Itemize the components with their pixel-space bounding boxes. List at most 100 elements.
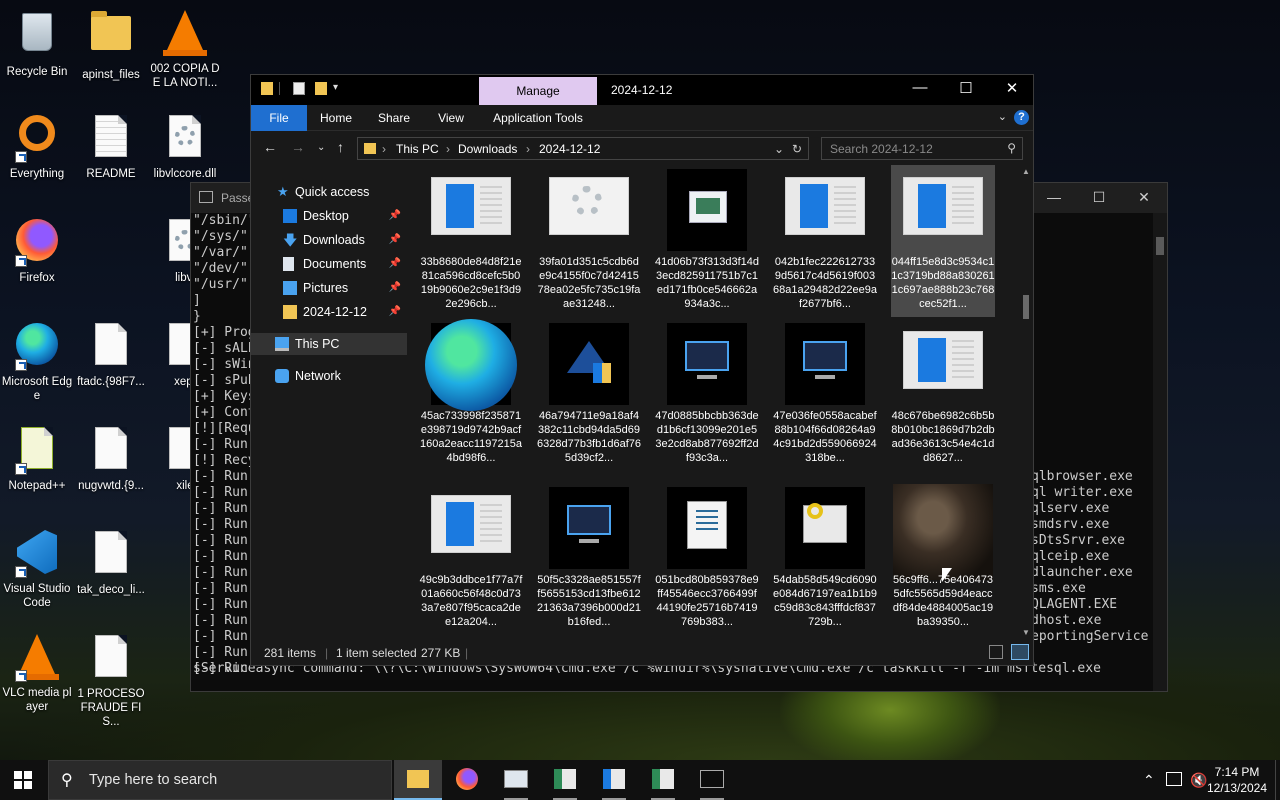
desktop-icon-firefox[interactable]: Firefox — [0, 216, 74, 285]
app-window-icon — [504, 770, 528, 788]
search-input[interactable] — [830, 142, 1000, 156]
new-folder-icon[interactable] — [315, 82, 327, 95]
nav-quick-access[interactable]: ★ Quick access — [251, 181, 407, 203]
search-box[interactable]: ⚲ — [821, 137, 1023, 160]
minimize-icon[interactable]: — — [1031, 189, 1077, 205]
show-desktop-button[interactable] — [1275, 760, 1280, 800]
file-item[interactable]: 49c9b3ddbce1f77a7f01a660c56f48c0d733a7e8… — [419, 483, 523, 635]
taskbar-app-document-1[interactable] — [541, 760, 589, 800]
desktop-icon-ftadc[interactable]: ftadc.{98F7... — [74, 320, 148, 389]
file-explorer-window[interactable]: ▾ Manage 2024-12-12 — ☐ ✕ File Home Shar… — [250, 74, 1034, 666]
thumbnail-part — [800, 184, 828, 228]
maximize-icon[interactable]: ☐ — [943, 79, 989, 97]
document-thumbnail-icon — [431, 487, 511, 569]
taskbar-app-document-2[interactable] — [590, 760, 638, 800]
file-item[interactable]: 41d06b73f313d3f14d3ecd825911751b7c1ed171… — [655, 165, 759, 317]
minimize-icon[interactable]: — — [897, 79, 943, 96]
help-icon[interactable]: ? — [1014, 110, 1029, 125]
large-icons-view-icon[interactable] — [1011, 644, 1029, 660]
network-icon[interactable] — [1166, 772, 1182, 786]
desktop-icon-label: README — [86, 168, 136, 180]
file-item[interactable]: 45ac733998f235871e398719d9742b9acf160a2e… — [419, 319, 523, 471]
taskbar-search-input[interactable] — [89, 772, 379, 788]
terminal-scrollbar[interactable] — [1153, 213, 1167, 691]
taskbar-app-document-3[interactable] — [639, 760, 687, 800]
recent-locations-icon[interactable]: ⌄ — [317, 142, 325, 153]
thumbnail-part — [446, 184, 474, 228]
explorer-title-bar[interactable]: ▾ Manage 2024-12-12 — ☐ ✕ — [251, 75, 1033, 105]
desktop-icon-vscode[interactable]: Visual Studio Code — [0, 528, 74, 610]
chevron-down-icon[interactable]: ▾ — [333, 82, 345, 95]
file-item[interactable]: 46a794711e9a18af4382c11cbd94da5d696328d7… — [537, 319, 641, 471]
file-item[interactable]: 47e036fe0558acabef88b104f66d08264a94c91b… — [773, 319, 877, 471]
desktop-icon-002-copia[interactable]: 002 COPIA DE LA NOTI... — [148, 8, 222, 90]
tab-share[interactable]: Share — [369, 105, 419, 131]
desktop-icon-libvlccore[interactable]: libvlccore.dll — [148, 112, 222, 181]
desktop-icon-notepad-plus-plus[interactable]: Notepad++ — [0, 424, 74, 493]
nav-item-2024-12-12[interactable]: 2024-12-12 📌 — [251, 301, 407, 323]
tab-manage[interactable]: Manage — [479, 77, 597, 105]
file-item[interactable]: 044ff15e8d3c9534c11c3719bd88a8302611c697… — [891, 165, 995, 317]
breadcrumb-this-pc[interactable]: This PC — [396, 142, 439, 156]
file-item[interactable]: 48c676be6982c6b5b8b010bc1869d7b2dbad36e3… — [891, 319, 995, 471]
up-arrow-icon[interactable]: ↑ — [337, 139, 344, 155]
desktop-icon-everything[interactable]: Everything — [0, 112, 74, 181]
forward-arrow-icon[interactable]: → — [291, 139, 305, 155]
desktop-icon-vlc[interactable]: VLC media player — [0, 632, 74, 714]
tab-home[interactable]: Home — [311, 105, 361, 131]
file-item[interactable]: 39fa01d351c5cdb6de9c4155f0c7d4241578ea02… — [537, 165, 641, 317]
desktop-icon-apinst-files[interactable]: apinst_files — [74, 8, 148, 82]
details-view-icon[interactable] — [989, 645, 1003, 659]
maximize-icon[interactable]: ☐ — [1076, 189, 1122, 206]
scroll-up-icon[interactable]: ▲ — [1022, 167, 1030, 176]
file-item[interactable]: 042b1fec2226127339d5617c4d5619f00368a1a2… — [773, 165, 877, 317]
desktop-icon-nugvwtd[interactable]: nugvwtd.{9... — [74, 424, 148, 493]
file-item[interactable]: 33b8680de84d8f21e81ca596cd8cefc5b019b906… — [419, 165, 523, 317]
back-arrow-icon[interactable]: ← — [263, 139, 277, 155]
refresh-icon[interactable]: ↻ — [792, 142, 802, 156]
file-list[interactable]: 33b8680de84d8f21e81ca596cd8cefc5b019b906… — [409, 165, 1019, 639]
terminal-line: QLAGENT.EXE — [1031, 597, 1118, 612]
blank-file-icon — [87, 323, 135, 371]
system-clock[interactable]: 7:14 PM 12/13/2024 — [1206, 764, 1268, 796]
desktop-icon-readme[interactable]: README — [74, 112, 148, 181]
nav-item-documents[interactable]: Documents 📌 — [251, 253, 407, 275]
chevron-down-icon[interactable]: ⌄ — [774, 142, 784, 156]
taskbar-terminal[interactable] — [688, 760, 736, 800]
desktop-icon-tak-deco[interactable]: tak_deco_li... — [74, 528, 148, 597]
nav-item-desktop[interactable]: Desktop 📌 — [251, 205, 407, 227]
taskbar-file-explorer[interactable] — [394, 760, 442, 800]
file-item[interactable]: 50f5c3328ae851557ff5655153cd13fbe6122136… — [537, 483, 641, 635]
desktop-icon-recycle-bin[interactable]: Recycle Bin — [0, 8, 74, 79]
file-item[interactable]: 051bcd80b859378e9ff45546ecc3766499f44190… — [655, 483, 759, 635]
file-item[interactable]: 47d0885bbcbb363ded1b6cf13099e201e53e2cd8… — [655, 319, 759, 471]
address-bar[interactable]: › This PC › Downloads › 2024-12-12 ⌄ ↻ — [357, 137, 809, 160]
expand-ribbon-icon[interactable]: ⌄ — [998, 110, 1007, 123]
file-list-scrollbar[interactable]: ▲ ▼ — [1019, 165, 1033, 639]
breadcrumb-downloads[interactable]: Downloads — [458, 142, 517, 156]
file-item[interactable]: 56c9ff6...75e4064735dfc5565d59d4eaccdf84… — [891, 483, 995, 635]
taskbar-search[interactable]: ⚲ — [48, 760, 392, 800]
desktop-icon-1-proceso[interactable]: 1 PROCESO FRAUDE FIS... — [74, 632, 148, 729]
scroll-down-icon[interactable]: ▼ — [1022, 628, 1030, 637]
properties-icon[interactable] — [293, 82, 305, 95]
nav-item-downloads[interactable]: 🡇 Downloads 📌 — [251, 229, 407, 251]
tab-file[interactable]: File — [251, 105, 307, 131]
taskbar-firefox[interactable] — [443, 760, 491, 800]
close-icon[interactable]: ✕ — [1121, 189, 1167, 206]
tab-view[interactable]: View — [426, 105, 476, 131]
tab-application-tools[interactable]: Application Tools — [483, 105, 593, 131]
nav-this-pc[interactable]: This PC — [251, 333, 407, 355]
search-icon[interactable]: ⚲ — [1007, 141, 1016, 155]
windows-start-icon[interactable] — [14, 771, 32, 789]
taskbar-app-window[interactable] — [492, 760, 540, 800]
file-item[interactable]: 54dab58d549cd6090e084d67197ea1b1b9c59d83… — [773, 483, 877, 635]
nav-network[interactable]: Network — [251, 365, 407, 387]
speaker-muted-icon[interactable]: 🔇 — [1190, 760, 1207, 800]
vlc-icon — [13, 634, 61, 682]
nav-item-pictures[interactable]: Pictures 📌 — [251, 277, 407, 299]
close-icon[interactable]: ✕ — [989, 79, 1035, 97]
chevron-up-icon[interactable]: ⌃ — [1143, 760, 1155, 800]
desktop-icon-edge[interactable]: Microsoft Edge — [0, 320, 74, 403]
breadcrumb-current[interactable]: 2024-12-12 — [539, 142, 600, 156]
